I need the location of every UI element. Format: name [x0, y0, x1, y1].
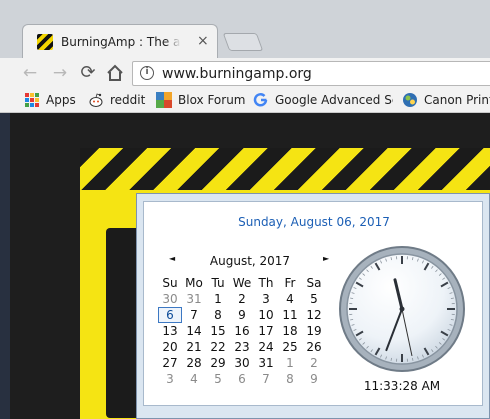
browser-toolbar: ← → ⟳ i www.burningamp.org	[0, 58, 490, 88]
bookmark-apps[interactable]: Apps	[24, 92, 84, 109]
browser-titlebar: BurningAmp : The annual ×	[0, 0, 490, 58]
weekday-label: Mo	[185, 276, 203, 290]
calendar-day[interactable]: 30	[158, 291, 182, 307]
tab-title: BurningAmp : The annual	[61, 34, 181, 50]
new-tab-button[interactable]	[222, 33, 264, 51]
calendar-day[interactable]: 5	[206, 371, 230, 387]
calendar-day[interactable]: 13	[158, 323, 182, 339]
calendar-day[interactable]: 2	[230, 291, 254, 307]
clock-calendar-popup: Sunday, August 06, 2017 ◄ August, 2017 ►…	[136, 193, 490, 419]
calendar-day[interactable]: 25	[278, 339, 302, 355]
calendar-day[interactable]: 3	[254, 291, 278, 307]
date-header-link[interactable]: Sunday, August 06, 2017	[144, 215, 484, 229]
bookmark-google-advanced-search[interactable]: Google Advanced Search	[253, 92, 393, 109]
google-icon	[253, 92, 269, 108]
reddit-icon	[88, 92, 104, 108]
bookmarks-bar: Apps reddit Blox Forum Google Advanced S…	[0, 88, 490, 113]
calendar-day[interactable]: 31	[182, 291, 206, 307]
bookmark-label: Apps	[46, 93, 76, 107]
tab-burningamp[interactable]: BurningAmp : The annual ×	[22, 24, 218, 58]
bookmark-label: reddit	[110, 93, 146, 107]
calendar-day[interactable]: 1	[278, 355, 302, 371]
address-bar[interactable]: i www.burningamp.org	[132, 61, 490, 86]
weekday-label: Sa	[306, 276, 322, 290]
calendar-day[interactable]: 26	[302, 339, 326, 355]
calendar-day[interactable]: 31	[254, 355, 278, 371]
calendar-day[interactable]: 21	[182, 339, 206, 355]
calendar-day[interactable]: 19	[302, 323, 326, 339]
bookmark-label: Blox Forum	[178, 93, 246, 107]
calendar-day[interactable]: 11	[278, 307, 302, 323]
calendar-day[interactable]: 4	[182, 371, 206, 387]
calendar-day[interactable]: 17	[254, 323, 278, 339]
forward-arrow-icon[interactable]: →	[50, 63, 70, 83]
calendar-week-row: 3 4 5 6 7 8 9	[158, 371, 328, 387]
blox-icon	[156, 92, 172, 108]
calendar-day[interactable]: 4	[278, 291, 302, 307]
analog-clock-icon	[339, 246, 465, 372]
calendar-day[interactable]: 8	[278, 371, 302, 387]
calendar-day[interactable]: 30	[230, 355, 254, 371]
home-icon[interactable]	[105, 63, 125, 83]
calendar-day[interactable]: 1	[206, 291, 230, 307]
calendar-grid: Su Mo Tu We Th Fr Sa 30 31 1 2 3 4 5 6 7…	[158, 275, 328, 387]
calendar-day[interactable]: 2	[302, 355, 326, 371]
tab-close-icon[interactable]: ×	[197, 33, 209, 49]
calendar-week-row: 6 7 8 9 10 11 12	[158, 307, 328, 323]
url-text[interactable]: www.burningamp.org	[162, 65, 312, 83]
calendar-day[interactable]: 20	[158, 339, 182, 355]
bookmark-label: Google Advanced Search	[275, 93, 393, 107]
apps-grid-icon	[24, 92, 40, 108]
calendar-day[interactable]: 28	[182, 355, 206, 371]
calendar-day[interactable]: 7	[254, 371, 278, 387]
hazard-stripe-icon	[37, 34, 53, 50]
calendar-week-row: 30 31 1 2 3 4 5	[158, 291, 328, 307]
calendar-day[interactable]: 10	[254, 307, 278, 323]
weekday-label: We	[232, 276, 252, 290]
bookmark-reddit[interactable]: reddit	[88, 92, 148, 109]
weekday-header-row: Su Mo Tu We Th Fr Sa	[158, 275, 328, 291]
calendar-day[interactable]: 18	[278, 323, 302, 339]
reload-icon[interactable]: ⟳	[78, 63, 98, 83]
prev-month-arrow-icon[interactable]: ◄	[169, 254, 175, 263]
page-edge	[0, 113, 10, 419]
calendar-day[interactable]: 8	[206, 307, 230, 323]
digital-time-label: 11:33:28 AM	[363, 379, 441, 393]
weekday-label: Su	[162, 276, 178, 290]
month-year-label[interactable]: August, 2017	[184, 254, 316, 268]
back-arrow-icon[interactable]: ←	[20, 63, 40, 83]
calendar-day[interactable]: 24	[254, 339, 278, 355]
calendar-day[interactable]: 7	[182, 307, 206, 323]
clock-calendar-panel: Sunday, August 06, 2017 ◄ August, 2017 ►…	[143, 201, 483, 406]
calendar-day[interactable]: 22	[206, 339, 230, 355]
calendar-day[interactable]: 15	[206, 323, 230, 339]
calendar-day[interactable]: 29	[206, 355, 230, 371]
hazard-stripes	[80, 148, 490, 190]
site-info-icon[interactable]: i	[140, 66, 154, 80]
calendar-week-row: 20 21 22 23 24 25 26	[158, 339, 328, 355]
calendar-day[interactable]: 12	[302, 307, 326, 323]
next-month-arrow-icon[interactable]: ►	[323, 254, 329, 263]
bookmark-label: Canon Printer	[424, 93, 490, 107]
calendar-day[interactable]: 5	[302, 291, 326, 307]
canon-icon	[402, 92, 418, 108]
bookmark-blox-forum[interactable]: Blox Forum	[156, 92, 248, 109]
weekday-label: Fr	[284, 276, 296, 290]
calendar-week-row: 13 14 15 16 17 18 19	[158, 323, 328, 339]
calendar-day[interactable]: 9	[230, 307, 254, 323]
calendar-day[interactable]: 27	[158, 355, 182, 371]
calendar-day[interactable]: 9	[302, 371, 326, 387]
calendar-week-row: 27 28 29 30 31 1 2	[158, 355, 328, 371]
calendar-day[interactable]: 6	[230, 371, 254, 387]
weekday-label: Th	[258, 276, 274, 290]
bookmark-canon-printer[interactable]: Canon Printer	[402, 92, 490, 109]
calendar-day-selected[interactable]: 6	[158, 307, 182, 323]
calendar-day[interactable]: 23	[230, 339, 254, 355]
calendar-day[interactable]: 3	[158, 371, 182, 387]
calendar-day[interactable]: 14	[182, 323, 206, 339]
calendar-day[interactable]: 16	[230, 323, 254, 339]
weekday-label: Tu	[211, 276, 225, 290]
